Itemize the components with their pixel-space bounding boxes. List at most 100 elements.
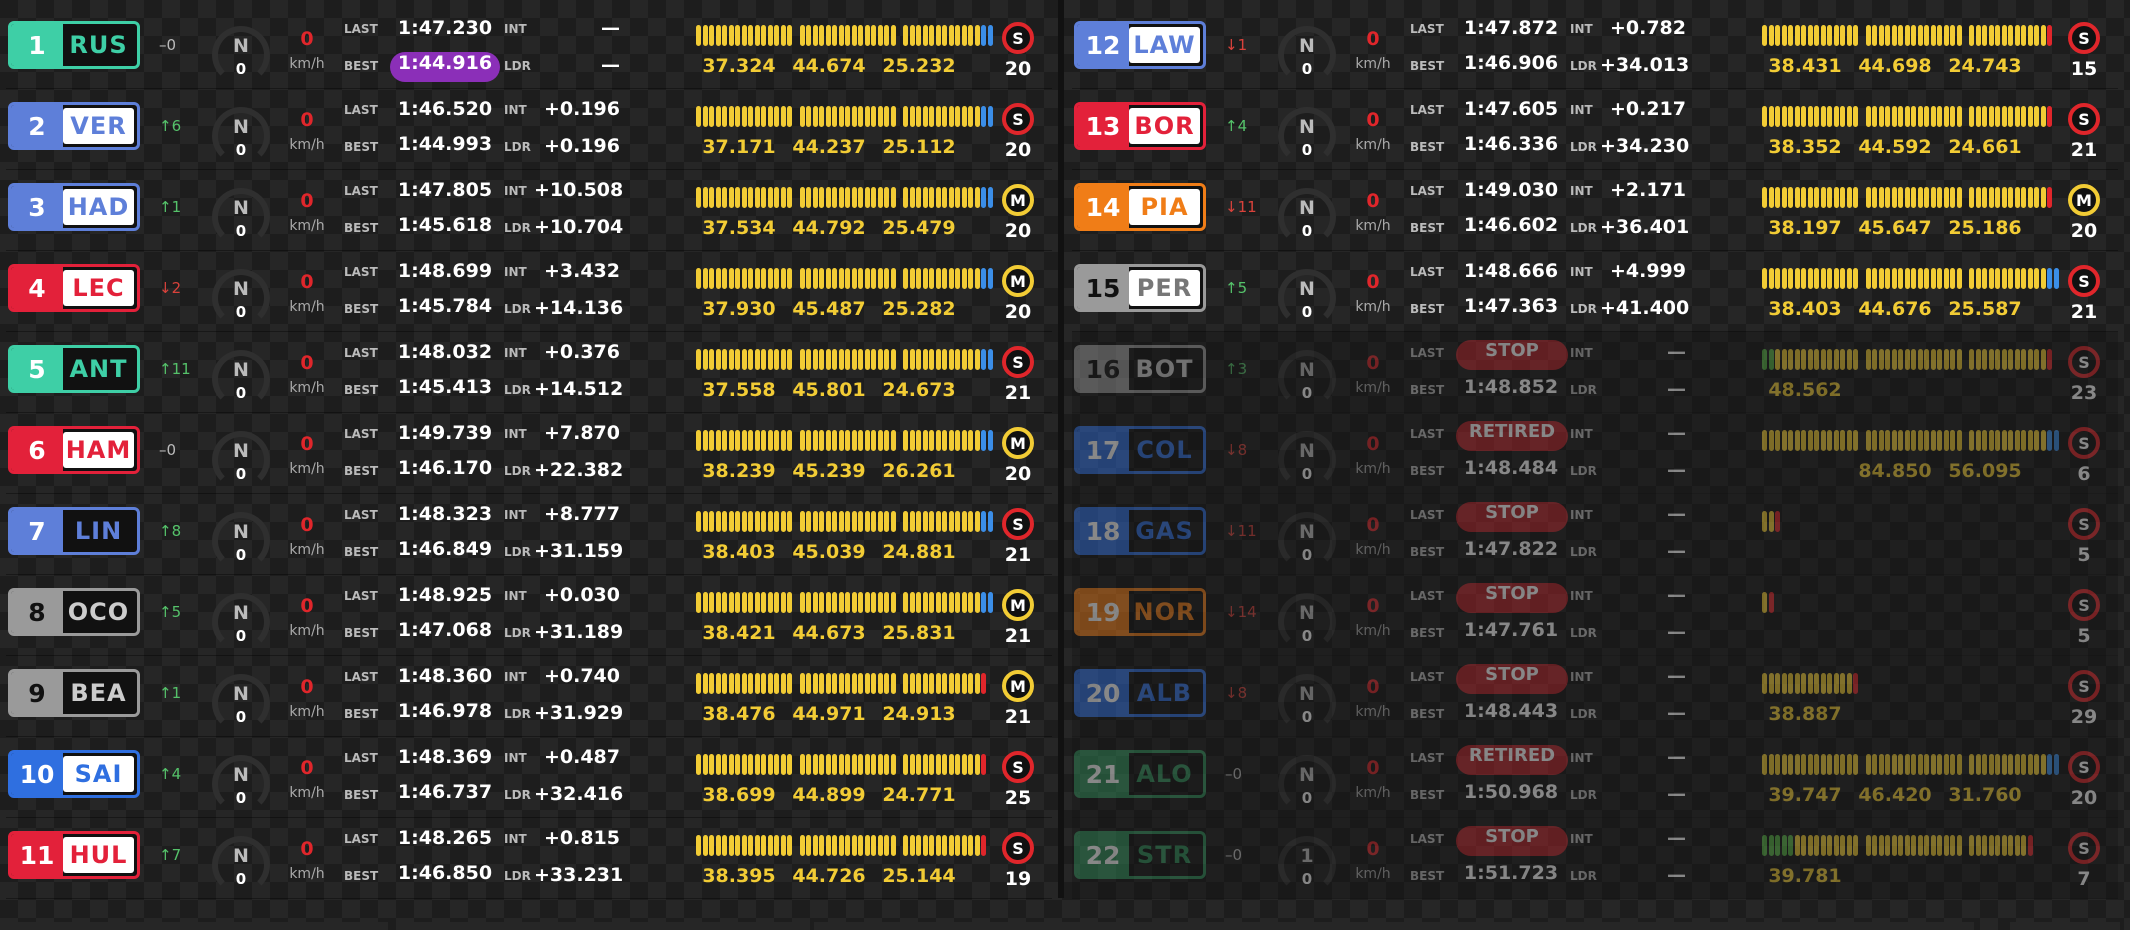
driver-row[interactable]: 5 ANT ↑11 N 0 0 km/h LAST BEST INT LDR 1… — [6, 332, 1052, 413]
driver-row[interactable]: 1 RUS –0 N 0 0 km/h LAST BEST INT LDR 1:… — [6, 8, 1052, 89]
driver-row[interactable]: 6 HAM –0 N 0 0 km/h LAST BEST INT LDR 1:… — [6, 413, 1052, 494]
mini-sector-segment — [735, 187, 740, 208]
mini-sector-segment — [1975, 25, 1981, 46]
mini-sector-segment — [884, 106, 889, 127]
mini-sector-segment — [1982, 187, 1987, 208]
driver-row[interactable]: 20 ALB ↓8 N 0 0 km/h LAST BEST INT LDR S… — [1072, 656, 2118, 737]
driver-badge[interactable]: 6 HAM — [8, 426, 140, 474]
mini-sector-segment — [1878, 430, 1884, 451]
mini-sector-segment — [799, 106, 805, 127]
mini-sector-segment — [2047, 25, 2052, 46]
driver-badge[interactable]: 15 PER — [1074, 264, 1206, 312]
mini-sector-segment — [909, 511, 915, 532]
sector-2-time: 44.792 — [792, 217, 866, 239]
sector-3-time: 25.479 — [882, 217, 956, 239]
driver-row[interactable]: 22 STR –0 1 0 0 km/h LAST BEST INT LDR S… — [1072, 818, 2118, 899]
mini-sector-segment — [858, 430, 863, 451]
position-change-arrow-icon: ↑ — [159, 198, 172, 216]
driver-badge[interactable]: 13 BOR — [1074, 102, 1206, 150]
driver-row[interactable]: 9 BEA ↑1 N 0 0 km/h LAST BEST INT LDR 1:… — [6, 656, 1052, 737]
driver-badge[interactable]: 3 HAD — [8, 183, 140, 231]
mini-sector-segment — [909, 592, 915, 613]
mini-sector-segment — [832, 673, 837, 694]
driver-row[interactable]: 3 HAD ↑1 N 0 0 km/h LAST BEST INT LDR 1:… — [6, 170, 1052, 251]
driver-badge[interactable]: 5 ANT — [8, 345, 140, 393]
driver-row[interactable]: 10 SAI ↑4 N 0 0 km/h LAST BEST INT LDR 1… — [6, 737, 1052, 818]
mini-sector-segment — [948, 592, 954, 613]
driver-badge[interactable]: 14 PIA — [1074, 183, 1206, 231]
mini-sector-segment — [884, 430, 889, 451]
driver-row[interactable]: 21 ALO –0 N 0 0 km/h LAST BEST INT LDR R… — [1072, 737, 2118, 818]
mini-sector-segment — [761, 268, 766, 289]
driver-row[interactable]: 13 BOR ↑4 N 0 0 km/h LAST BEST INT LDR 1… — [1072, 89, 2118, 170]
driver-badge[interactable]: 1 RUS — [8, 21, 140, 69]
scrollbar-segment[interactable] — [814, 922, 1974, 930]
driver-badge[interactable]: 2 VER — [8, 102, 140, 150]
mini-sector-segment — [1872, 25, 1877, 46]
driver-row[interactable]: 15 PER ↑5 N 0 0 km/h LAST BEST INT LDR 1… — [1072, 251, 2118, 332]
driver-row[interactable]: 18 GAS ↓11 N 0 0 km/h LAST BEST INT LDR … — [1072, 494, 2118, 575]
mini-sector-segment — [961, 592, 967, 613]
driver-row[interactable]: 8 OCO ↑5 N 0 0 km/h LAST BEST INT LDR 1:… — [6, 575, 1052, 656]
gear-sub-value: 0 — [1301, 546, 1313, 564]
mini-sector-segment — [864, 835, 870, 856]
driver-badge[interactable]: 18 GAS — [1074, 507, 1206, 555]
driver-row[interactable]: 14 PIA ↓11 N 0 0 km/h LAST BEST INT LDR … — [1072, 170, 2118, 251]
driver-badge[interactable]: 11 HUL — [8, 831, 140, 879]
mini-sector-segment — [916, 754, 921, 775]
sector-3-time: 24.881 — [882, 541, 956, 563]
driver-row[interactable]: 16 BOT ↑3 N 0 0 km/h LAST BEST INT LDR S… — [1072, 332, 2118, 413]
mini-sector-segment — [1788, 835, 1793, 856]
best-lap-label: BEST — [1410, 140, 1445, 154]
position-change-arrow-icon: ↑ — [1225, 117, 1238, 135]
mini-sector-segment — [955, 754, 960, 775]
mini-sector-segment — [741, 268, 747, 289]
scrollbar-segment[interactable] — [18, 922, 388, 930]
driver-row[interactable]: 19 NOR ↓14 N 0 0 km/h LAST BEST INT LDR … — [1072, 575, 2118, 656]
mini-sector-segment — [1930, 106, 1936, 127]
mini-sector-segment — [767, 25, 773, 46]
position-change-value: 5 — [171, 603, 182, 621]
driver-row[interactable]: 17 COL ↓8 N 0 0 km/h LAST BEST INT LDR R… — [1072, 413, 2118, 494]
scrollbar-segment[interactable] — [2010, 922, 2120, 930]
position-number: 10 — [11, 753, 63, 795]
position-number: 19 — [1077, 591, 1129, 633]
mini-sector-segment — [1872, 106, 1877, 127]
driver-badge[interactable]: 21 ALO — [1074, 750, 1206, 798]
mini-sector-segment — [851, 187, 857, 208]
mini-sector-segment — [2001, 25, 2007, 46]
mini-sector-segment — [1820, 268, 1826, 289]
driver-badge[interactable]: 22 STR — [1074, 831, 1206, 879]
driver-badge[interactable]: 12 LAW — [1074, 21, 1206, 69]
mini-sector-segment — [832, 106, 837, 127]
driver-row[interactable]: 7 LIN ↑8 N 0 0 km/h LAST BEST INT LDR 1:… — [6, 494, 1052, 575]
mini-sector-segment — [871, 268, 876, 289]
mini-sector-segment — [1898, 835, 1903, 856]
mini-sector-segment — [1768, 349, 1774, 370]
mini-sector-segment — [748, 25, 753, 46]
driver-row[interactable]: 2 VER ↑6 N 0 0 km/h LAST BEST INT LDR 1:… — [6, 89, 1052, 170]
driver-badge[interactable]: 8 OCO — [8, 588, 140, 636]
driver-row[interactable]: 4 LEC ↓2 N 0 0 km/h LAST BEST INT LDR 1:… — [6, 251, 1052, 332]
driver-badge[interactable]: 17 COL — [1074, 426, 1206, 474]
mini-sector-segment — [722, 349, 727, 370]
speed-unit: km/h — [1355, 380, 1391, 396]
mini-sector-segment — [2008, 430, 2013, 451]
driver-badge[interactable]: 19 NOR — [1074, 588, 1206, 636]
driver-badge[interactable]: 16 BOT — [1074, 345, 1206, 393]
driver-row[interactable]: 12 LAW ↓1 N 0 0 km/h LAST BEST INT LDR 1… — [1072, 8, 2118, 89]
driver-code: PIA — [1129, 189, 1200, 225]
mini-sector-segment — [942, 25, 947, 46]
last-lap-label: LAST — [1410, 751, 1444, 765]
driver-badge[interactable]: 10 SAI — [8, 750, 140, 798]
driver-row[interactable]: 11 HUL ↑7 N 0 0 km/h LAST BEST INT LDR 1… — [6, 818, 1052, 899]
driver-badge[interactable]: 9 BEA — [8, 669, 140, 717]
tyre-laps: 19 — [1004, 868, 1032, 890]
driver-badge[interactable]: 20 ALB — [1074, 669, 1206, 717]
driver-badge[interactable]: 7 LIN — [8, 507, 140, 555]
last-lap-label: LAST — [1410, 508, 1444, 522]
mini-sector-segment — [929, 673, 934, 694]
driver-badge[interactable]: 4 LEC — [8, 264, 140, 312]
mini-sector-segment — [780, 673, 786, 694]
scrollbar-segment[interactable] — [400, 922, 800, 930]
